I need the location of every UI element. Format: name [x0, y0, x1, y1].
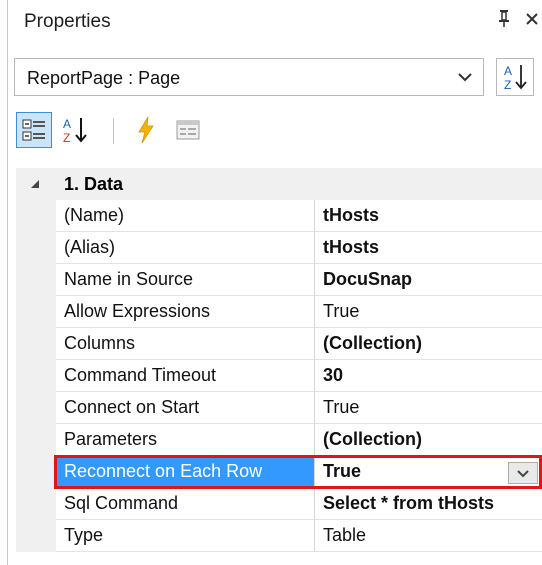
property-pages-button[interactable] — [170, 112, 206, 148]
property-name-cell[interactable]: Parameters — [56, 424, 315, 456]
collapse-triangle-icon[interactable] — [29, 178, 41, 190]
property-row[interactable]: (Alias) tHosts — [56, 232, 542, 264]
category-label: 1. Data — [64, 174, 124, 194]
property-name: Type — [64, 525, 104, 545]
property-name-cell[interactable]: Command Timeout — [56, 360, 315, 392]
property-row[interactable]: Type Table — [56, 520, 542, 552]
property-name-cell[interactable]: Columns — [56, 328, 315, 360]
property-value: True — [323, 397, 360, 417]
property-name-cell[interactable]: Name in Source — [56, 264, 315, 296]
property-value: Select * from tHosts — [323, 493, 495, 513]
property-name-cell[interactable]: (Name) — [56, 200, 315, 232]
property-value: tHosts — [323, 237, 380, 257]
property-value: True — [323, 301, 360, 321]
categorized-icon — [22, 119, 45, 141]
value-dropdown-button[interactable] — [508, 462, 538, 484]
property-value-cell[interactable]: True — [315, 296, 542, 328]
property-row[interactable]: Allow Expressions True — [56, 296, 542, 328]
property-name-cell[interactable]: Reconnect on Each Row — [56, 456, 315, 488]
svg-text:Z: Z — [63, 131, 70, 145]
property-value: 30 — [323, 365, 344, 385]
property-name: Allow Expressions — [64, 301, 211, 321]
property-name: Name in Source — [64, 269, 194, 289]
property-name: Parameters — [64, 429, 158, 449]
property-name-cell[interactable]: Type — [56, 520, 315, 552]
property-pages-icon — [176, 120, 200, 140]
object-selector-dropdown[interactable]: ReportPage : Page — [14, 58, 484, 96]
svg-text:A: A — [63, 117, 71, 131]
property-value: tHosts — [323, 205, 380, 225]
property-value-cell[interactable]: Table — [315, 520, 542, 552]
property-value: (Collection) — [323, 429, 422, 449]
property-value-cell[interactable]: tHosts — [315, 200, 542, 232]
events-button[interactable] — [128, 112, 164, 148]
sort-az-button[interactable]: A Z — [496, 58, 534, 96]
chevron-down-icon — [458, 73, 472, 82]
property-name-cell[interactable]: (Alias) — [56, 232, 315, 264]
property-value-cell[interactable]: (Collection) — [315, 328, 542, 360]
property-name: Columns — [64, 333, 136, 353]
property-value-cell[interactable]: True — [315, 392, 542, 424]
categorized-view-button[interactable] — [16, 112, 52, 148]
property-name-cell[interactable]: Sql Command — [56, 488, 315, 520]
property-value: Table — [323, 525, 367, 545]
alphabetical-view-button[interactable]: A Z — [58, 112, 94, 148]
property-name: Command Timeout — [64, 365, 217, 385]
property-row[interactable]: Sql Command Select * from tHosts — [56, 488, 542, 520]
property-grid-margin — [16, 168, 56, 552]
property-value: DocuSnap — [323, 269, 413, 289]
pin-icon[interactable] — [496, 8, 512, 34]
panel-titlebar: Properties — [8, 0, 542, 46]
close-icon[interactable] — [524, 7, 540, 33]
property-name-cell[interactable]: Connect on Start — [56, 392, 315, 424]
object-selector-value: ReportPage : Page — [27, 68, 181, 88]
property-row[interactable]: (Name) tHosts — [56, 200, 542, 232]
property-name: (Alias) — [64, 237, 116, 257]
property-value: (Collection) — [323, 333, 422, 353]
events-lightning-icon — [138, 116, 154, 144]
property-value-cell[interactable]: 30 — [315, 360, 542, 392]
sort-az-icon: A Z — [504, 64, 527, 92]
toolbar-separator — [113, 118, 114, 144]
property-name: Connect on Start — [64, 397, 200, 417]
property-name: Reconnect on Each Row — [64, 461, 263, 481]
property-value-cell[interactable]: tHosts — [315, 232, 542, 264]
panel-left-border — [7, 0, 8, 565]
property-value-cell[interactable]: DocuSnap — [315, 264, 542, 296]
property-value-cell[interactable]: (Collection) — [315, 424, 542, 456]
properties-panel: Properties ReportPage : Page A Z A Z 1. … — [0, 0, 542, 565]
sort-alphabetical-icon: A Z — [63, 117, 87, 145]
property-name-cell[interactable]: Allow Expressions — [56, 296, 315, 328]
svg-text:A: A — [504, 64, 512, 78]
svg-text:Z: Z — [504, 78, 511, 92]
property-row[interactable]: Connect on Start True — [56, 392, 542, 424]
panel-title: Properties — [24, 11, 111, 32]
property-value-cell[interactable]: Select * from tHosts — [315, 488, 542, 520]
property-name: Sql Command — [64, 493, 179, 513]
property-row[interactable]: Columns (Collection) — [56, 328, 542, 360]
property-row[interactable]: Reconnect on Each Row True — [56, 456, 542, 488]
property-value: True — [323, 461, 362, 481]
property-row[interactable]: Name in Source DocuSnap — [56, 264, 542, 296]
property-name: (Name) — [64, 205, 125, 225]
category-row-data[interactable]: 1. Data — [16, 168, 542, 200]
chevron-down-icon — [517, 470, 529, 478]
properties-toolbar: A Z — [8, 112, 542, 156]
property-row[interactable]: Parameters (Collection) — [56, 424, 542, 456]
property-row[interactable]: Command Timeout 30 — [56, 360, 542, 392]
